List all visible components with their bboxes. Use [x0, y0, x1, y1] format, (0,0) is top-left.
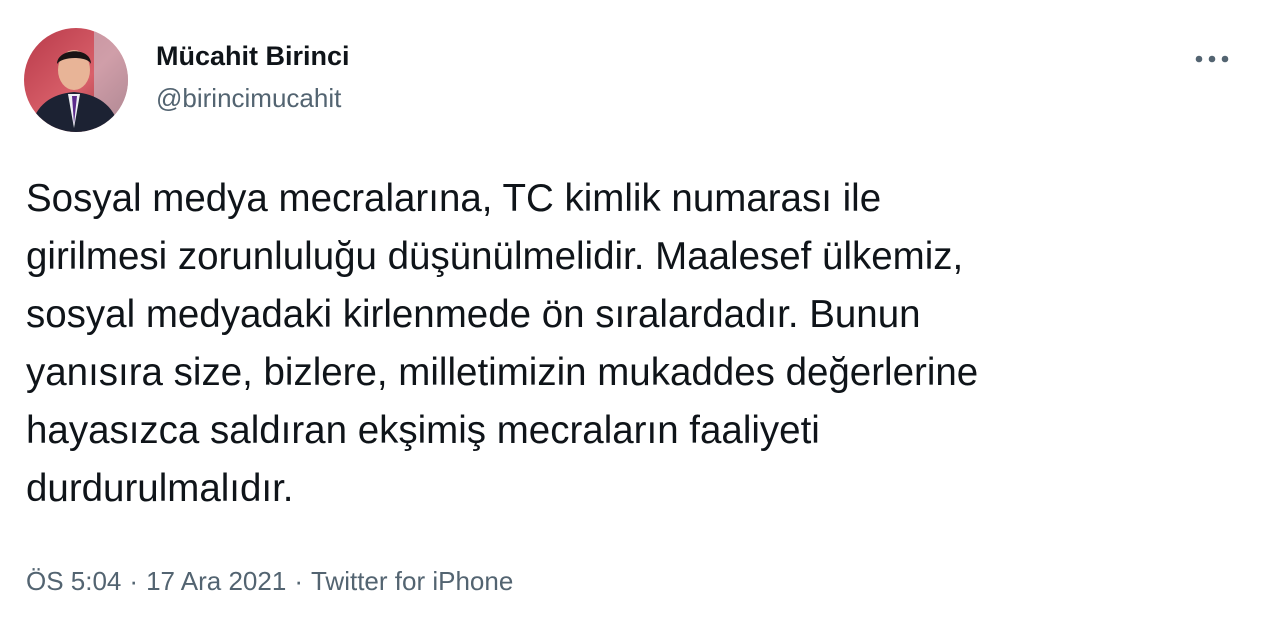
tweet-text: Sosyal medya mecralarına, TC kimlik numa…	[26, 177, 979, 510]
tweet-header: Mücahit Birinci @birincimucahit	[24, 28, 350, 132]
profile-photo-icon	[24, 28, 128, 132]
tweet-card: Mücahit Birinci @birincimucahit Sosyal m…	[0, 0, 1280, 640]
tweet-date[interactable]: 17 Ara 2021	[146, 563, 286, 599]
author-handle[interactable]: @birincimucahit	[156, 81, 350, 115]
avatar[interactable]	[24, 28, 128, 132]
more-horizontal-icon	[1195, 55, 1229, 63]
tweet-time[interactable]: ÖS 5:04	[26, 563, 121, 599]
tweet-meta: ÖS 5:04 · 17 Ara 2021 · Twitter for iPho…	[26, 563, 513, 599]
meta-separator: ·	[129, 566, 139, 596]
more-options-button[interactable]	[1192, 44, 1232, 74]
tweet-source-link[interactable]: Twitter for iPhone	[311, 563, 513, 599]
author-display-name[interactable]: Mücahit Birinci	[156, 39, 350, 73]
author-info: Mücahit Birinci @birincimucahit	[156, 39, 350, 115]
meta-separator: ·	[294, 566, 303, 596]
